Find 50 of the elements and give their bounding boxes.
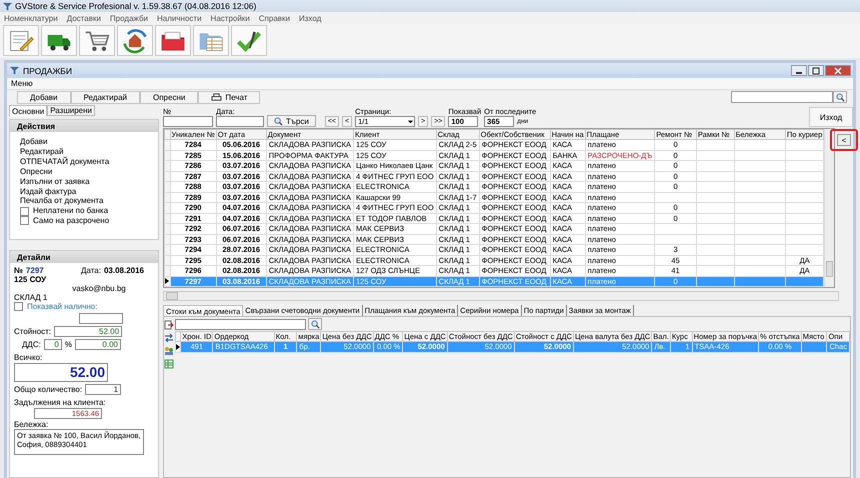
tab[interactable]: Разширени: [47, 105, 96, 116]
checkbox-label: Неплатени по банка: [33, 206, 108, 216]
menu-item[interactable]: Меню: [11, 79, 33, 88]
toolbar-button[interactable]: Опресни: [140, 90, 198, 104]
percent-sign: %: [64, 340, 72, 349]
quantity-field[interactable]: 1: [85, 384, 122, 395]
vat-percent-field[interactable]: 0: [44, 339, 62, 350]
menu-item[interactable]: Наличности: [157, 14, 202, 22]
warehouse-name: СКЛАД 1: [14, 293, 48, 302]
checkbox-label: Само на разсрочено: [33, 216, 110, 226]
toolbar-button[interactable]: Добави: [17, 90, 71, 104]
action-link[interactable]: Печалба от документа: [20, 196, 104, 206]
checkbox-label: Показвай налично:: [27, 302, 98, 311]
menu-item[interactable]: Номенклатури: [4, 14, 58, 22]
quantity-label: Общо количество:: [14, 385, 82, 394]
menu-item[interactable]: Справки: [258, 14, 290, 22]
document-number: 7297: [26, 266, 44, 275]
app-title: GVStore & Service Profesional v. 1.59.38.67 (04.08.2016 12:06): [15, 1, 256, 11]
action-link[interactable]: Издай фактура: [20, 186, 76, 196]
client-email: vasko@nbu.bg: [72, 284, 126, 293]
action-link[interactable]: ОТПЕЧАТАЙ документа: [20, 156, 110, 166]
total-field[interactable]: 52.00: [14, 363, 108, 382]
section-header: Действия: [10, 120, 158, 132]
toolbar-button[interactable]: Редактирай: [70, 90, 140, 104]
client-name: 125 СОУ: [14, 275, 46, 284]
value-label: Стойност:: [14, 327, 52, 336]
value-field[interactable]: 52.00: [54, 326, 122, 337]
total-label: Всичко:: [14, 353, 42, 362]
debt-label: Задължения на клиента:: [14, 398, 106, 407]
menu-item[interactable]: Продажби: [110, 14, 148, 22]
exit-button[interactable]: Изход: [809, 107, 853, 127]
vat-field[interactable]: 0.00: [74, 339, 121, 350]
document-date: 03.08.2016: [104, 266, 144, 275]
collapse-button[interactable]: <: [837, 134, 851, 146]
vat-label: ДДС:: [22, 340, 41, 349]
window-title: ПРОДАЖБИ: [23, 66, 72, 76]
search-button[interactable]: Търси: [267, 115, 316, 127]
menu-item[interactable]: Изход: [299, 14, 322, 22]
toolbar-button[interactable]: Печат: [198, 90, 260, 104]
date-label: Дата:: [81, 266, 101, 275]
menu-item[interactable]: Настройки: [210, 14, 250, 22]
number-label: №: [14, 266, 23, 275]
action-link[interactable]: Изпълни от заявка: [20, 176, 90, 186]
note-label: Бележка:: [14, 420, 48, 429]
action-link[interactable]: Добави: [20, 137, 48, 146]
action-link[interactable]: Опресни: [20, 166, 52, 176]
section-header: Детайли: [10, 251, 158, 263]
action-link[interactable]: Редактирай: [20, 146, 64, 156]
tab[interactable]: Основни: [9, 105, 48, 117]
menu-item[interactable]: Доставки: [66, 14, 101, 22]
